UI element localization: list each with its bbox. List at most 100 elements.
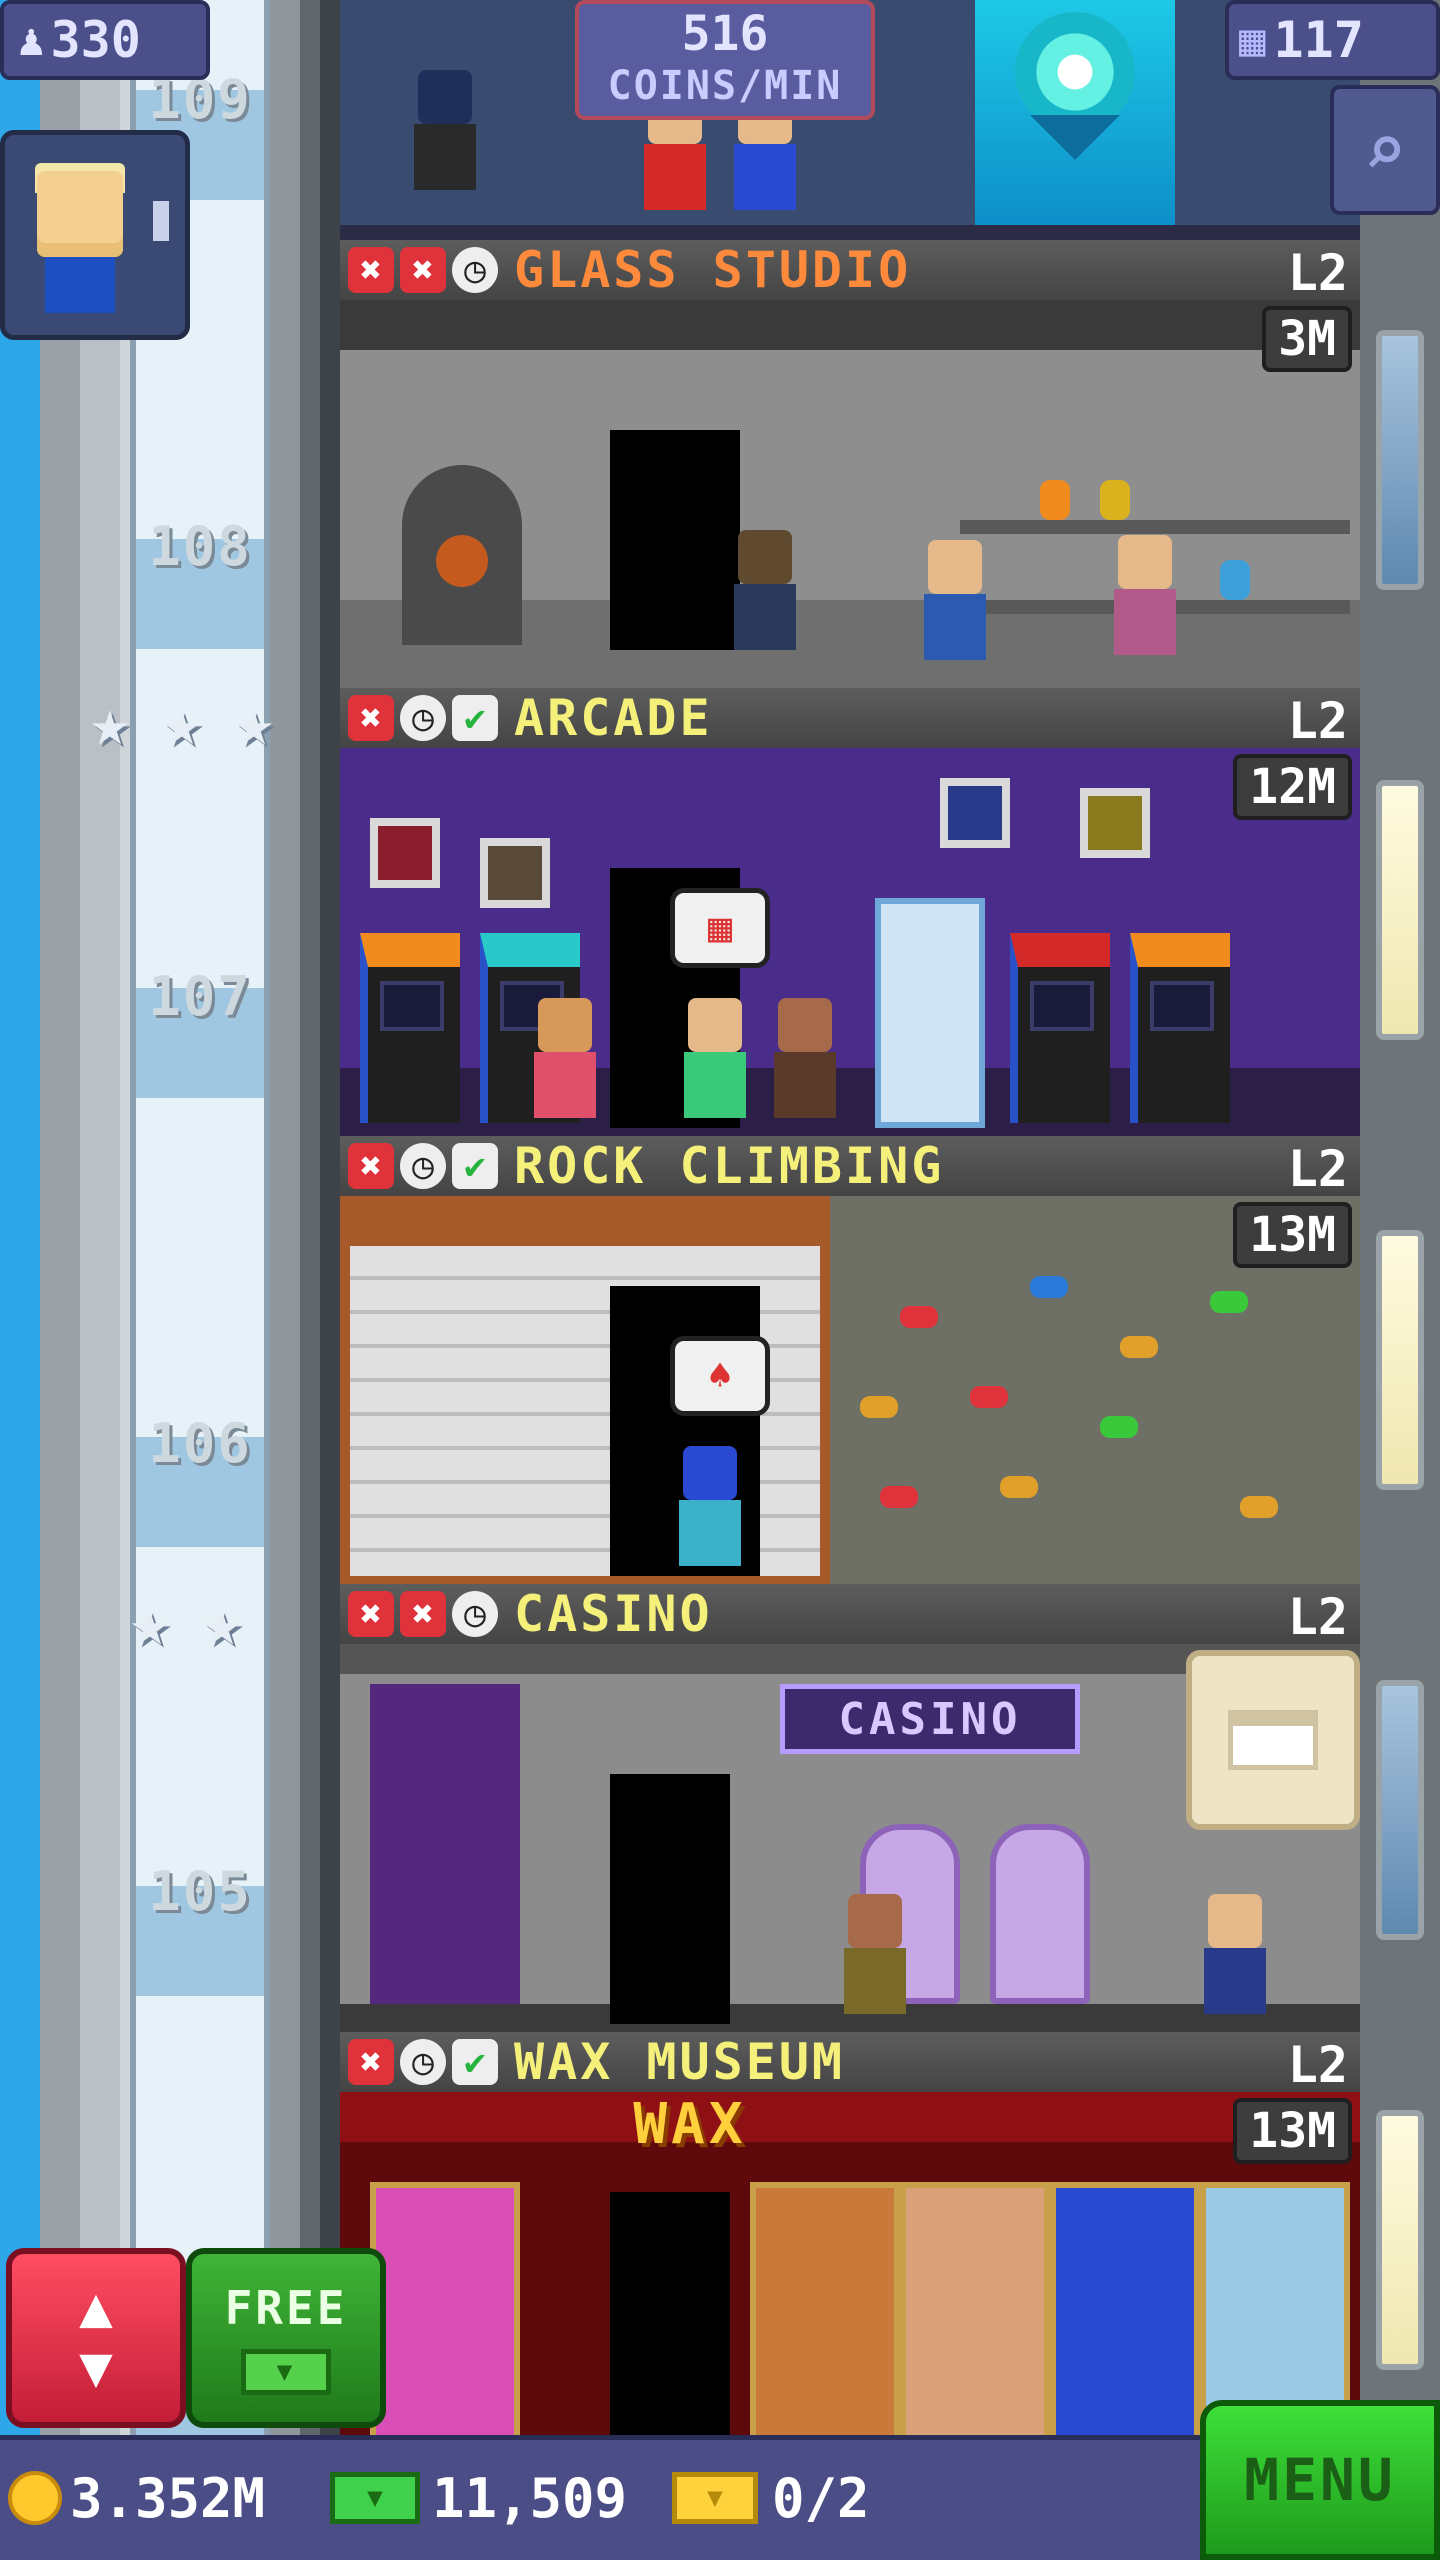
floor-timer: 13M (1233, 1202, 1352, 1268)
window (1376, 2110, 1424, 2370)
bitizen[interactable] (1200, 1894, 1270, 2014)
vip-ticket-counter[interactable]: ▼ 0/2 (672, 2448, 870, 2548)
free-bux-button[interactable]: FREE ▼ (186, 2248, 386, 2428)
star-icon: ★ (202, 1584, 242, 1661)
bitizen[interactable] (1110, 535, 1180, 655)
speech-bubble[interactable]: ♠ (670, 1336, 770, 1416)
bux-counter[interactable]: ▼ 11,509 (330, 2448, 627, 2548)
clock-icon: ◷ (452, 1591, 498, 1637)
bitizen[interactable] (840, 1894, 910, 2014)
floor-stars-107: ★ ★ ★ (90, 690, 300, 756)
floor-header[interactable]: ✖ ◷ ✔ WAX MUSEUM L2 (340, 2032, 1360, 2094)
check-icon: ✔ (452, 2039, 498, 2085)
speech-bubble[interactable]: ▦ (670, 888, 770, 968)
status-x-icon: ✖ (348, 247, 394, 293)
bitizen[interactable] (675, 1446, 745, 1566)
clock-icon: ◷ (452, 247, 498, 293)
status-x-icon: ✖ (400, 1591, 446, 1637)
bitizen[interactable] (920, 540, 990, 660)
bux-bill-icon: ▼ (330, 2472, 420, 2524)
room-interior[interactable]: ▦ (340, 748, 1360, 1136)
floor-header[interactable]: ✖ ✖ ◷ GLASS STUDIO L2 (340, 240, 1360, 302)
floor-arcade[interactable]: ✖ ◷ ✔ ARCADE L2 ▦ 12M (340, 688, 1360, 1136)
wall-frame (1080, 788, 1150, 858)
wall-frame (940, 778, 1010, 848)
storage-button[interactable] (1186, 1650, 1360, 1830)
climbing-hold (1210, 1291, 1248, 1313)
bux-value: 11,509 (432, 2466, 628, 2530)
room-interior[interactable]: ♠ (340, 1196, 1360, 1584)
clock-icon: ◷ (400, 2039, 446, 2085)
bitizen[interactable] (530, 998, 600, 1118)
floor-header[interactable]: ✖ ◷ ✔ ROCK CLIMBING L2 (340, 1136, 1360, 1198)
lift-hologram-button[interactable] (975, 0, 1175, 225)
building-icon: ▦ (1239, 14, 1266, 66)
elevator-shaft[interactable] (130, 0, 270, 2480)
box-icon (1228, 1710, 1318, 1770)
floor-level: L2 (1287, 692, 1348, 750)
floor-count-display[interactable]: ▦ 117 (1225, 0, 1440, 80)
climbing-hold (1100, 1416, 1138, 1438)
purple-panel (370, 1684, 520, 2004)
floor-name: ARCADE (514, 689, 713, 747)
down-arrow-icon (1030, 115, 1120, 160)
star-icon: ★ (162, 684, 202, 761)
bux-bill-icon: ▼ (241, 2349, 331, 2395)
floor-number-106: 106 (148, 1412, 252, 1475)
climbing-hold (860, 1396, 898, 1418)
floor-name: GLASS STUDIO (514, 241, 912, 299)
coins-per-min-label: COINS/MIN (607, 63, 843, 109)
bitizen[interactable] (770, 998, 840, 1118)
vase (1220, 560, 1250, 600)
bitizen[interactable] (410, 70, 480, 190)
floor-glass-studio[interactable]: ✖ ✖ ◷ GLASS STUDIO L2 3M (340, 240, 1360, 688)
status-x-icon: ✖ (348, 2039, 394, 2085)
floor-count-value: 117 (1273, 11, 1364, 69)
toy-icon: ♠ (707, 1353, 733, 1399)
coins-per-min-display[interactable]: 516 COINS/MIN (575, 0, 875, 120)
exclamation-icon (153, 201, 169, 241)
clock-icon: ◷ (400, 695, 446, 741)
visitor-avatar (37, 171, 123, 257)
bitizen[interactable] (680, 998, 750, 1118)
population-value: 330 (50, 11, 141, 69)
coins-counter[interactable]: 3.352M (8, 2448, 265, 2548)
hologram-orb-icon (1015, 12, 1135, 132)
floor-number-105: 105 (148, 1860, 252, 1923)
status-x-icon: ✖ (348, 1591, 394, 1637)
person-icon: ♟ (18, 14, 45, 66)
visitor-button[interactable] (0, 130, 190, 340)
elevator-button[interactable]: ▲ ▼ (6, 2248, 186, 2428)
climbing-hold (1120, 1336, 1158, 1358)
climbing-hold (1000, 1476, 1038, 1498)
vase (1040, 480, 1070, 520)
climbing-hold (880, 1486, 918, 1508)
floor-level: L2 (1287, 2036, 1348, 2094)
window (1376, 330, 1424, 590)
search-button[interactable]: ⌕ (1330, 85, 1440, 215)
floor-header[interactable]: ✖ ◷ ✔ ARCADE L2 (340, 688, 1360, 750)
status-x-icon: ✖ (348, 695, 394, 741)
door (610, 1774, 730, 2024)
floor-timer: 12M (1233, 754, 1352, 820)
slot-machine (990, 1824, 1090, 2004)
door (610, 430, 740, 650)
room-interior[interactable] (340, 300, 1360, 688)
wall-frame (370, 818, 440, 888)
status-x-icon: ✖ (348, 1143, 394, 1189)
arcade-cabinet (1010, 933, 1110, 1123)
menu-button[interactable]: MENU (1200, 2400, 1440, 2560)
floor-rock-climbing[interactable]: ✖ ◷ ✔ ROCK CLIMBING L2 ♠ 13M (340, 1136, 1360, 1584)
status-x-icon: ✖ (400, 247, 446, 293)
floor-stars-106: ★ ★ (130, 1590, 268, 1656)
floor-level: L2 (1287, 1140, 1348, 1198)
climbing-hold (970, 1386, 1008, 1408)
population-counter[interactable]: ♟ 330 (0, 0, 210, 80)
floor-header[interactable]: ✖ ✖ ◷ CASINO L2 (340, 1584, 1360, 1646)
floor-level: L2 (1287, 1588, 1348, 1646)
climbing-hold (1240, 1496, 1278, 1518)
star-icon: ★ (130, 1584, 170, 1661)
floor-timer: 13M (1233, 2098, 1352, 2164)
bitizen[interactable] (730, 530, 800, 650)
coin-icon (8, 2471, 62, 2525)
